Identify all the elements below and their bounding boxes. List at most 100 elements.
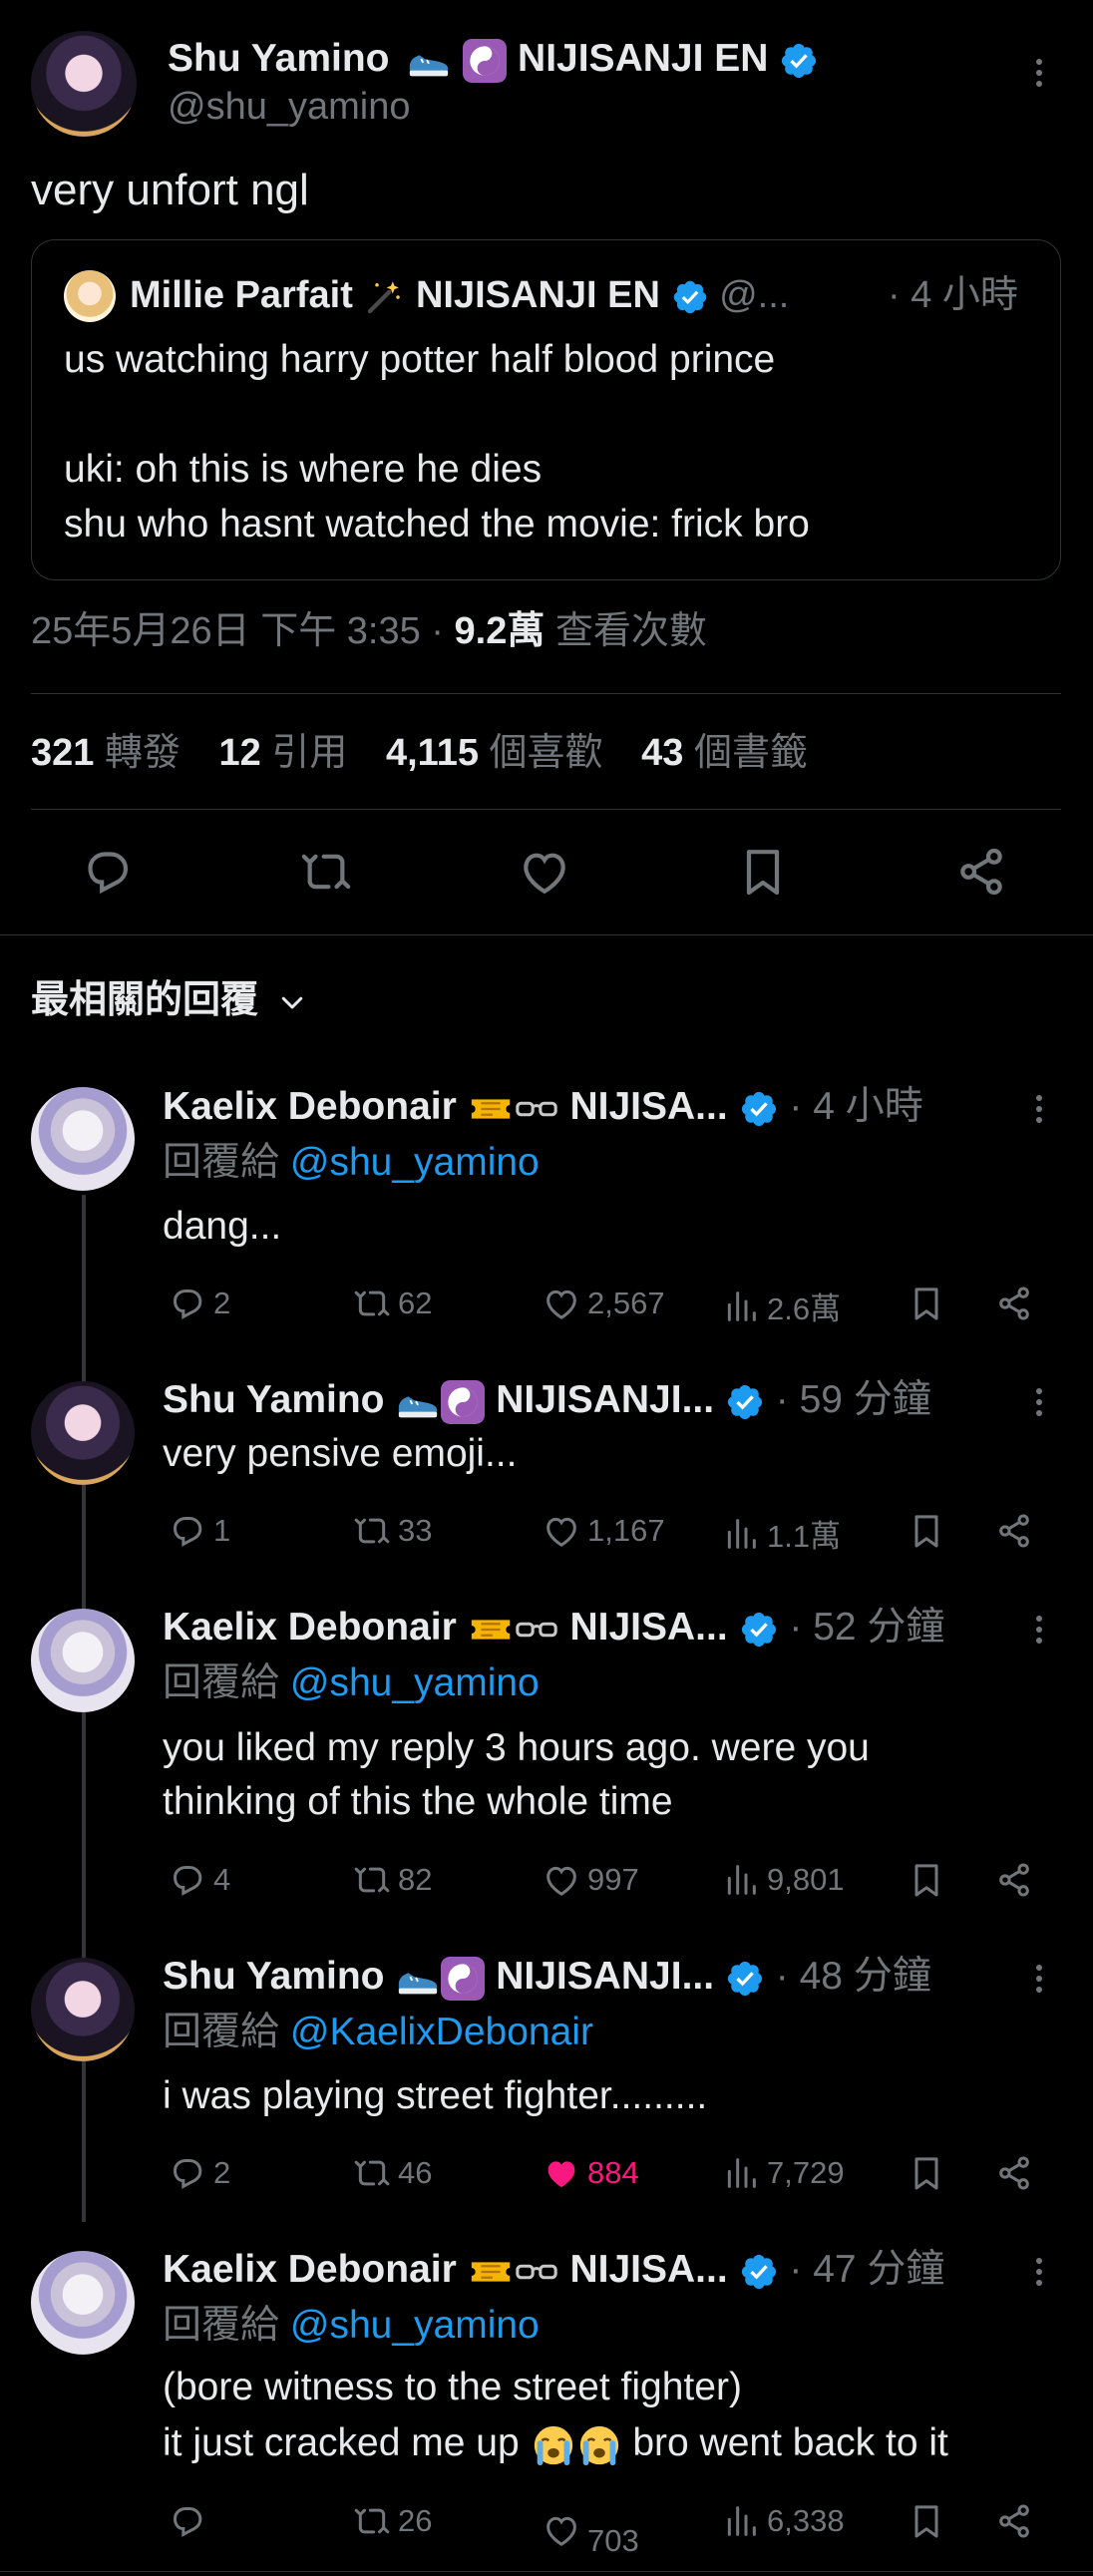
post-timestamp[interactable]: 25年5月26日 下午 3:35 · xyxy=(31,610,444,652)
like-button[interactable]: 703 xyxy=(542,2501,639,2559)
share-icon[interactable] xyxy=(994,2501,1034,2541)
like-button[interactable]: 997 xyxy=(542,1860,639,1900)
verified-icon xyxy=(725,1959,765,1999)
more-icon[interactable] xyxy=(1035,1095,1043,1128)
replies-sort-toggle[interactable]: 最相關的回覆 xyxy=(31,975,307,1025)
repost-button[interactable]: 26 xyxy=(352,2501,432,2541)
views-count: 6,338 xyxy=(767,2503,845,2538)
bookmarks-label: 個書籤 xyxy=(693,732,808,774)
quotes-stat[interactable]: 12 引用 xyxy=(219,732,348,774)
more-icon[interactable] xyxy=(1035,2258,1043,2291)
author-handle[interactable]: @shu_yamino xyxy=(168,86,410,129)
quote-line: shu who hasnt watched the movie: frick b… xyxy=(64,503,810,546)
sneaker-emoji xyxy=(406,38,452,84)
bookmark-icon[interactable] xyxy=(907,2501,946,2541)
reply-button[interactable]: 2 xyxy=(168,1284,230,1323)
like-icon[interactable] xyxy=(517,844,572,900)
bookmark-icon[interactable] xyxy=(907,2153,946,2193)
ticket-emoji xyxy=(468,1607,514,1653)
share-icon[interactable] xyxy=(953,844,1009,900)
replies-header: 最相關的回覆 xyxy=(31,979,259,1021)
share-icon[interactable] xyxy=(994,1284,1034,1323)
loudly-crying-emoji xyxy=(531,2422,576,2468)
views-button[interactable]: 7,729 xyxy=(721,2153,845,2193)
yin-yang-emoji xyxy=(441,1380,485,1424)
repost-count: 33 xyxy=(398,1513,433,1548)
repost-button[interactable]: 33 xyxy=(352,1511,432,1551)
reply-time[interactable]: · 4 小時 xyxy=(789,1085,922,1128)
like-button[interactable]: 2,567 xyxy=(542,1284,665,1323)
repost-icon[interactable] xyxy=(298,844,354,900)
repost-count: 62 xyxy=(398,1286,433,1320)
reply-avatar[interactable] xyxy=(31,1958,135,2061)
bookmark-icon[interactable] xyxy=(735,844,791,900)
repost-button[interactable]: 82 xyxy=(352,1860,432,1900)
reply-time[interactable]: · 47 分鐘 xyxy=(789,2248,944,2291)
quote-card[interactable]: Millie Parfait NIJISANJI EN @... · 4 小時 … xyxy=(31,239,1061,580)
verified-icon xyxy=(671,278,709,316)
bookmark-icon[interactable] xyxy=(907,1860,946,1900)
reply-to-mention[interactable]: @shu_yamino xyxy=(290,1661,540,1704)
reply-to-mention[interactable]: @KaelixDebonair xyxy=(290,2011,593,2053)
reply-time[interactable]: · 48 分鐘 xyxy=(776,1955,931,1998)
reply-icon[interactable] xyxy=(80,844,136,900)
reply-count: 2 xyxy=(213,1286,231,1320)
likes-stat[interactable]: 4,115 個喜歡 xyxy=(386,732,603,774)
reply-author-name[interactable]: Shu Yamino xyxy=(163,1955,385,1998)
ticket-emoji xyxy=(468,1086,514,1132)
reply-to-mention[interactable]: @shu_yamino xyxy=(290,2304,540,2347)
views-button[interactable]: 1.1萬 xyxy=(721,1511,841,1556)
reply-avatar[interactable] xyxy=(31,2251,135,2355)
reply-author-name[interactable]: Shu Yamino xyxy=(163,1378,385,1421)
reply-author-name[interactable]: Kaelix Debonair xyxy=(163,2248,457,2291)
reply-count: 2 xyxy=(213,2155,231,2190)
reply-button[interactable]: 1 xyxy=(168,1511,230,1551)
repost-button[interactable]: 62 xyxy=(352,1284,432,1323)
reply-text: you liked my reply 3 hours ago. were you… xyxy=(163,1721,870,1829)
views-button[interactable]: 6,338 xyxy=(721,2501,845,2541)
reply-time[interactable]: · 59 分鐘 xyxy=(776,1378,931,1421)
bookmark-icon[interactable] xyxy=(907,1511,946,1551)
reply-avatar[interactable] xyxy=(31,1087,135,1191)
reply-author-name[interactable]: Kaelix Debonair xyxy=(163,1085,457,1128)
quotes-label: 引用 xyxy=(271,732,348,774)
verified-icon xyxy=(779,41,819,81)
reply-to-mention[interactable]: @shu_yamino xyxy=(290,1141,540,1184)
more-icon[interactable] xyxy=(1035,59,1043,92)
quote-author-name: Millie Parfait xyxy=(130,274,353,316)
reply-button[interactable] xyxy=(168,2501,213,2541)
magic-wand-emoji xyxy=(363,276,405,318)
more-icon[interactable] xyxy=(1035,1965,1043,1998)
reply-time[interactable]: · 52 分鐘 xyxy=(789,1606,944,1649)
yin-yang-emoji xyxy=(463,39,507,83)
bookmarks-stat[interactable]: 43 個書籤 xyxy=(641,732,808,774)
reply-text-line: thinking of this the whole time xyxy=(163,1780,673,1823)
verified-icon xyxy=(739,1089,779,1129)
share-icon[interactable] xyxy=(994,2153,1034,2193)
reply-author-name[interactable]: Kaelix Debonair xyxy=(163,1606,457,1649)
reply-to-line: 回覆給 @shu_yamino xyxy=(163,2300,540,2352)
share-icon[interactable] xyxy=(994,1860,1034,1900)
reply-author-suffix: NIJISA... xyxy=(569,1085,728,1128)
like-button[interactable]: 1,167 xyxy=(542,1511,665,1551)
quote-line: uki: oh this is where he dies xyxy=(64,448,543,491)
reply-button[interactable]: 2 xyxy=(168,2153,230,2193)
like-button-liked[interactable]: 884 xyxy=(542,2153,639,2193)
reposts-stat[interactable]: 321 轉發 xyxy=(31,732,181,774)
quote-time: · 4 小時 xyxy=(888,274,1018,316)
author-avatar[interactable] xyxy=(31,31,137,137)
views-button[interactable]: 2.6萬 xyxy=(721,1284,841,1328)
reply-text-line: you liked my reply 3 hours ago. were you xyxy=(163,1726,870,1769)
views-button[interactable]: 9,801 xyxy=(721,1860,845,1900)
share-icon[interactable] xyxy=(994,1511,1034,1551)
reply-avatar[interactable] xyxy=(31,1381,135,1485)
more-icon[interactable] xyxy=(1035,1388,1043,1421)
author-name[interactable]: Shu Yamino xyxy=(168,37,390,80)
bookmark-icon[interactable] xyxy=(907,1284,946,1323)
author-name-row[interactable]: Shu Yamino NIJISANJI EN xyxy=(168,34,819,84)
repost-button[interactable]: 46 xyxy=(352,2153,432,2193)
reply-button[interactable]: 4 xyxy=(168,1860,230,1900)
post-meta: 25年5月26日 下午 3:35 · 9.2萬 查看次數 xyxy=(31,606,707,656)
reply-avatar[interactable] xyxy=(31,1609,135,1712)
more-icon[interactable] xyxy=(1035,1616,1043,1649)
